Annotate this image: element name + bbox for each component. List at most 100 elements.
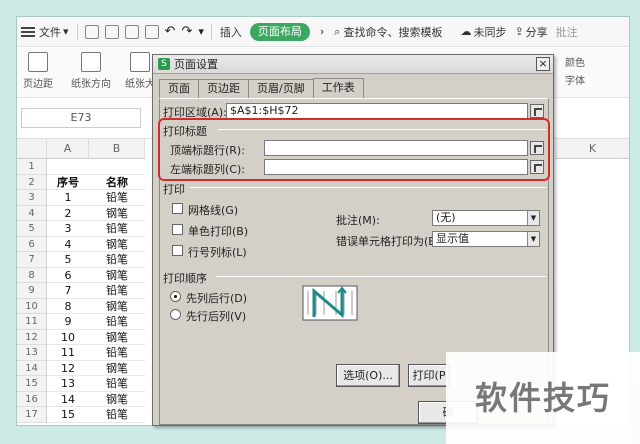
file-label: 文件 [39, 25, 61, 39]
row-header[interactable]: 7 [17, 252, 47, 268]
cell-seq[interactable]: 7 [47, 283, 89, 299]
scroll-right-icon[interactable]: › [320, 25, 324, 38]
tab-insert[interactable]: 插入 [216, 17, 246, 47]
row-header[interactable]: 17 [17, 407, 47, 423]
column-header[interactable]: K [555, 139, 629, 159]
cell-seq[interactable]: 11 [47, 345, 89, 361]
row-header[interactable]: 1 [17, 159, 47, 175]
cell-seq[interactable]: 14 [47, 392, 89, 407]
cell-seq[interactable]: 13 [47, 376, 89, 392]
row-header[interactable]: 11 [17, 314, 47, 330]
errors-value: 显示值 [436, 232, 469, 245]
cell-seq[interactable]: 序号 [47, 175, 89, 190]
divider [76, 23, 78, 40]
row-header[interactable]: 5 [17, 221, 47, 237]
row-header[interactable]: 16 [17, 391, 47, 407]
dialog-titlebar[interactable]: S 页面设置 × [153, 55, 553, 74]
print-icon[interactable] [124, 24, 139, 39]
cell-name[interactable]: 钢笔 [89, 268, 145, 283]
row-header[interactable]: 2 [17, 174, 47, 190]
search-command[interactable]: ⌕ 查找命令、搜索模板 [330, 17, 446, 47]
cell-seq[interactable]: 4 [47, 237, 89, 252]
down-then-over-radio[interactable] [170, 291, 181, 302]
redo-icon[interactable]: ↷ [181, 24, 192, 39]
tab-margins[interactable]: 页边距 [198, 79, 249, 98]
cell-seq[interactable]: 5 [47, 252, 89, 268]
row-header[interactable]: 13 [17, 345, 47, 361]
size-button[interactable]: 纸张大 [125, 52, 155, 90]
preview-icon[interactable] [144, 24, 159, 39]
cell-name[interactable]: 钢笔 [89, 330, 145, 345]
cell-name[interactable]: 铅笔 [89, 345, 145, 361]
print-button[interactable]: 打印(P [408, 364, 450, 387]
tab-sheet[interactable]: 工作表 [312, 78, 364, 99]
annotate-button[interactable]: 批注 [552, 17, 582, 47]
over-then-down-radio[interactable] [170, 309, 181, 320]
more-icon[interactable]: ▾ [198, 25, 204, 38]
margins-button[interactable]: 页边距 [23, 52, 53, 90]
undo-icon[interactable]: ↶ [165, 24, 176, 39]
row-header[interactable]: 8 [17, 267, 47, 283]
cell-name[interactable] [89, 159, 145, 175]
comments-select[interactable]: (无) ▼ [432, 210, 540, 226]
export-icon[interactable] [104, 24, 119, 39]
row-header[interactable]: 10 [17, 298, 47, 314]
gridlines-checkbox[interactable] [172, 203, 183, 214]
cell-name[interactable]: 铅笔 [89, 221, 145, 237]
cell-name[interactable]: 钢笔 [89, 206, 145, 221]
tab-header-footer[interactable]: 页眉/页脚 [248, 79, 314, 98]
cell-seq[interactable]: 3 [47, 221, 89, 237]
cell-seq[interactable] [47, 159, 89, 175]
colors-button[interactable]: 颜色 [565, 54, 585, 69]
share-button[interactable]: ⇪ 分享 [510, 17, 551, 47]
column-header[interactable]: A [47, 139, 89, 159]
order-group: 打印顺序 [163, 272, 207, 285]
cell-name[interactable]: 钢笔 [89, 361, 145, 376]
cell-name[interactable]: 铅笔 [89, 190, 145, 206]
tab-page-layout[interactable]: 页面布局 [249, 22, 310, 41]
save-icon[interactable] [84, 24, 99, 39]
cell-seq[interactable]: 8 [47, 299, 89, 314]
errors-select[interactable]: 显示值 ▼ [432, 231, 540, 247]
row-header[interactable]: 12 [17, 329, 47, 345]
cell-name[interactable]: 铅笔 [89, 314, 145, 330]
cell-seq[interactable]: 2 [47, 206, 89, 221]
file-menu[interactable]: 文件 ▾ [17, 17, 73, 47]
mono-checkbox[interactable] [172, 224, 183, 235]
fonts-button[interactable]: 字体 [565, 72, 585, 87]
print-area-input[interactable]: $A$1:$H$72 [226, 103, 528, 119]
corner-header[interactable] [17, 139, 47, 159]
cell-seq[interactable]: 12 [47, 361, 89, 376]
cell-name[interactable]: 铅笔 [89, 252, 145, 268]
row-header[interactable]: 15 [17, 376, 47, 392]
rowcol-headers-checkbox[interactable] [172, 245, 183, 256]
column-header[interactable]: B [89, 139, 145, 159]
close-button[interactable]: × [536, 57, 550, 71]
options-button[interactable]: 选项(O)... [336, 364, 400, 387]
cell-seq[interactable]: 15 [47, 407, 89, 423]
cell-seq[interactable]: 6 [47, 268, 89, 283]
row-header[interactable]: 3 [17, 190, 47, 206]
cell-name[interactable]: 钢笔 [89, 237, 145, 252]
row-header[interactable]: 14 [17, 360, 47, 376]
cell-name[interactable]: 铅笔 [89, 407, 145, 423]
cell-seq[interactable]: 9 [47, 314, 89, 330]
row-header[interactable]: 6 [17, 236, 47, 252]
dialog-title: 页面设置 [174, 58, 218, 71]
tab-page[interactable]: 页面 [159, 79, 199, 98]
over-then-down-label: 先行后列(V) [186, 310, 247, 323]
orientation-button[interactable]: 纸张方向 [71, 52, 111, 90]
cell-name[interactable]: 铅笔 [89, 376, 145, 392]
row-header[interactable]: 4 [17, 205, 47, 221]
chevron-down-icon: ▼ [527, 232, 539, 246]
cell-name[interactable]: 铅笔 [89, 283, 145, 299]
cell-seq[interactable]: 1 [47, 190, 89, 206]
name-box[interactable]: E73 [21, 108, 141, 128]
sync-status[interactable]: ☁ 未同步 [456, 17, 510, 47]
cell-seq[interactable]: 10 [47, 330, 89, 345]
cell-name[interactable]: 名称 [89, 175, 145, 190]
cell-name[interactable]: 钢笔 [89, 299, 145, 314]
row-header[interactable]: 9 [17, 283, 47, 299]
cell-name[interactable]: 钢笔 [89, 392, 145, 407]
collapse-dialog-icon[interactable] [530, 104, 544, 118]
